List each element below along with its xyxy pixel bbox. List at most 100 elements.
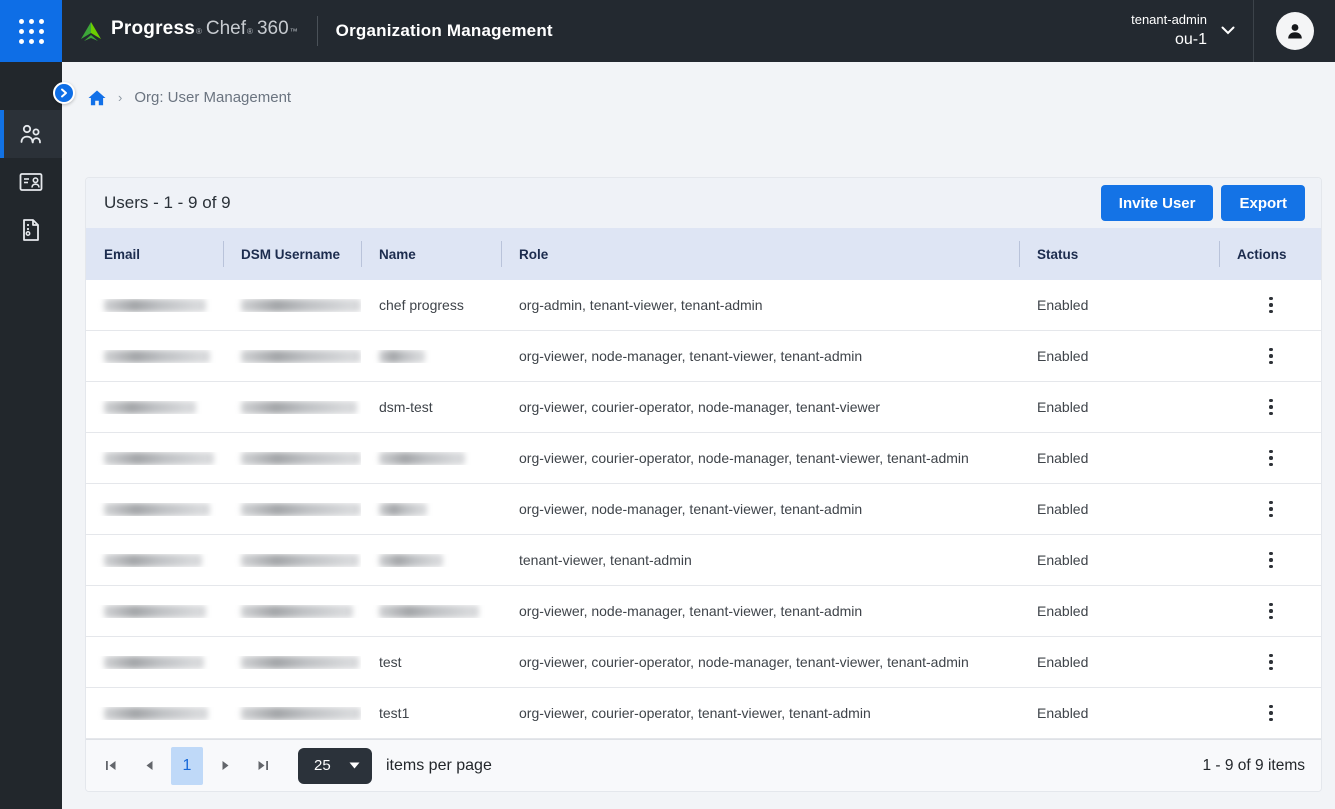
role-cell: org-admin, tenant-viewer, tenant-admin bbox=[501, 297, 1019, 313]
column-header-email: Email bbox=[86, 228, 223, 280]
export-button[interactable]: Export bbox=[1221, 185, 1305, 221]
username-redacted bbox=[241, 299, 361, 312]
user-table-body: chef progress org-admin, tenant-viewer, … bbox=[86, 280, 1321, 739]
home-icon[interactable] bbox=[88, 90, 106, 106]
name-redacted bbox=[379, 350, 425, 363]
role-cell: org-viewer, courier-operator, node-manag… bbox=[501, 399, 1019, 415]
page-size-dropdown[interactable]: 25 bbox=[298, 748, 372, 784]
status-cell: Enabled bbox=[1019, 297, 1219, 313]
row-actions-menu-button[interactable] bbox=[1259, 495, 1283, 524]
email-cell bbox=[86, 299, 223, 312]
app-launcher-button[interactable] bbox=[0, 0, 62, 62]
status-text: Enabled bbox=[1037, 552, 1088, 568]
page-number-button[interactable]: 1 bbox=[171, 747, 203, 785]
name-cell bbox=[361, 605, 501, 618]
column-header-actions: Actions bbox=[1219, 228, 1322, 280]
status-cell: Enabled bbox=[1019, 705, 1219, 721]
expand-sidebar-button[interactable] bbox=[53, 82, 75, 104]
name-cell bbox=[361, 554, 501, 567]
table-row: tenant-viewer, tenant-admin Enabled bbox=[86, 535, 1321, 586]
tenant-switcher[interactable]: tenant-admin ou-1 bbox=[1131, 11, 1235, 50]
name-text: chef progress bbox=[379, 297, 464, 313]
email-redacted bbox=[104, 401, 196, 414]
row-actions-menu-button[interactable] bbox=[1259, 291, 1283, 320]
previous-page-button[interactable] bbox=[130, 747, 168, 785]
name-cell: test bbox=[361, 654, 501, 670]
name-text: dsm-test bbox=[379, 399, 433, 415]
profile-zone bbox=[1253, 0, 1335, 62]
status-cell: Enabled bbox=[1019, 501, 1219, 517]
column-header-role: Role bbox=[501, 228, 1019, 280]
status-text: Enabled bbox=[1037, 297, 1088, 313]
username-redacted bbox=[241, 554, 359, 567]
table-row: org-viewer, courier-operator, node-manag… bbox=[86, 433, 1321, 484]
name-cell: dsm-test bbox=[361, 399, 501, 415]
sidebar-item-users[interactable] bbox=[0, 110, 62, 158]
table-row: org-viewer, node-manager, tenant-viewer,… bbox=[86, 331, 1321, 382]
username-cell bbox=[223, 503, 361, 516]
row-actions-menu-button[interactable] bbox=[1259, 342, 1283, 371]
first-page-button[interactable] bbox=[92, 747, 130, 785]
status-text: Enabled bbox=[1037, 603, 1088, 619]
users-table-card: Users - 1 - 9 of 9 Invite User Export Em… bbox=[85, 177, 1322, 792]
first-page-icon bbox=[105, 760, 117, 771]
name-text: test bbox=[379, 654, 402, 670]
row-actions-menu-button[interactable] bbox=[1259, 648, 1283, 677]
email-redacted bbox=[104, 503, 210, 516]
sidebar-item-document[interactable] bbox=[0, 206, 62, 254]
row-actions-menu-button[interactable] bbox=[1259, 393, 1283, 422]
breadcrumb: › Org: User Management bbox=[88, 89, 291, 106]
email-cell bbox=[86, 503, 223, 516]
username-redacted bbox=[241, 656, 359, 669]
username-cell bbox=[223, 452, 361, 465]
role-text: org-viewer, node-manager, tenant-viewer,… bbox=[519, 348, 862, 364]
brand-mark: ® bbox=[196, 27, 202, 36]
actions-cell bbox=[1219, 699, 1322, 728]
role-cell: tenant-viewer, tenant-admin bbox=[501, 552, 1019, 568]
name-cell bbox=[361, 350, 501, 363]
username-redacted bbox=[241, 707, 361, 720]
username-redacted bbox=[241, 605, 353, 618]
breadcrumb-chevron-icon: › bbox=[118, 90, 122, 105]
row-actions-menu-button[interactable] bbox=[1259, 444, 1283, 473]
status-cell: Enabled bbox=[1019, 654, 1219, 670]
role-cell: org-viewer, node-manager, tenant-viewer,… bbox=[501, 348, 1019, 364]
status-text: Enabled bbox=[1037, 705, 1088, 721]
name-redacted bbox=[379, 605, 479, 618]
username-redacted bbox=[241, 503, 361, 516]
status-cell: Enabled bbox=[1019, 603, 1219, 619]
row-actions-menu-button[interactable] bbox=[1259, 546, 1283, 575]
last-page-button[interactable] bbox=[244, 747, 282, 785]
brand-360-text: 360 bbox=[257, 18, 289, 40]
user-avatar[interactable] bbox=[1276, 12, 1314, 50]
tenant-role-label: tenant-admin bbox=[1131, 11, 1207, 29]
id-card-icon bbox=[19, 172, 43, 192]
person-icon bbox=[1285, 21, 1305, 41]
name-cell bbox=[361, 503, 501, 516]
table-row: test org-viewer, courier-operator, node-… bbox=[86, 637, 1321, 688]
sidebar-item-id-card[interactable] bbox=[0, 158, 62, 206]
role-cell: org-viewer, node-manager, tenant-viewer,… bbox=[501, 603, 1019, 619]
next-page-button[interactable] bbox=[206, 747, 244, 785]
brand-mark: ® bbox=[247, 27, 253, 36]
topbar: Progress®Chef®360™ Organization Manageme… bbox=[0, 0, 1335, 62]
items-range-label: 1 - 9 of 9 items bbox=[1202, 757, 1305, 775]
status-text: Enabled bbox=[1037, 399, 1088, 415]
role-text: org-viewer, courier-operator, tenant-vie… bbox=[519, 705, 871, 721]
email-redacted bbox=[104, 707, 208, 720]
pagination-bar: 1 25 items per page 1 - 9 of 9 items bbox=[86, 739, 1321, 791]
username-cell bbox=[223, 656, 361, 669]
actions-cell bbox=[1219, 648, 1322, 677]
invite-user-button[interactable]: Invite User bbox=[1101, 185, 1214, 221]
status-cell: Enabled bbox=[1019, 348, 1219, 364]
name-cell: chef progress bbox=[361, 297, 501, 313]
last-page-icon bbox=[257, 760, 269, 771]
username-cell bbox=[223, 401, 361, 414]
role-text: tenant-viewer, tenant-admin bbox=[519, 552, 692, 568]
table-row: chef progress org-admin, tenant-viewer, … bbox=[86, 280, 1321, 331]
actions-cell bbox=[1219, 393, 1322, 422]
row-actions-menu-button[interactable] bbox=[1259, 699, 1283, 728]
page-title: Organization Management bbox=[336, 21, 553, 41]
row-actions-menu-button[interactable] bbox=[1259, 597, 1283, 626]
brand-logo: Progress®Chef®360™ bbox=[78, 18, 299, 44]
